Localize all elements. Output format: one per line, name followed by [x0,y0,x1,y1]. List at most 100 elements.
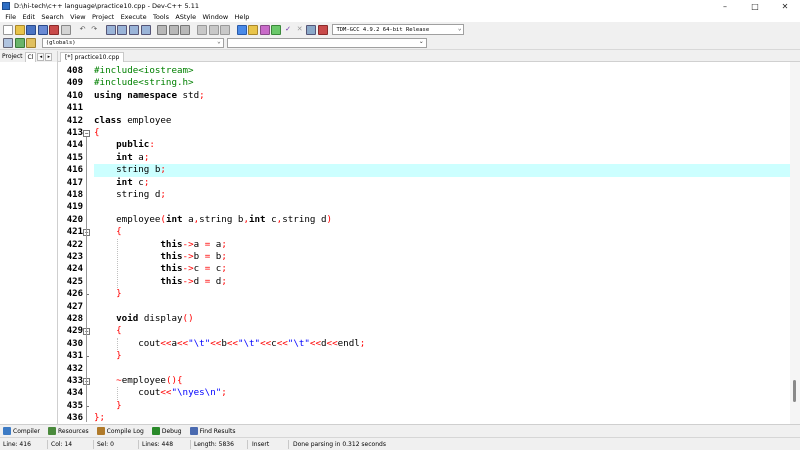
output-tab-debug[interactable]: Debug [151,427,182,435]
code-line[interactable] [94,201,790,213]
tab-classes[interactable]: Cl [24,51,37,62]
code-line[interactable]: string b; [94,164,790,177]
code-line[interactable]: { [94,127,790,139]
save-icon[interactable] [26,24,37,35]
code-line[interactable]: string d; [94,189,790,201]
code-line[interactable] [94,102,790,114]
goto-bookmark-icon[interactable] [26,38,37,48]
code-line[interactable]: }; [94,412,790,424]
code-line[interactable]: } [94,400,790,412]
code-line[interactable]: ~employee(){ [94,375,790,387]
print-icon[interactable] [60,24,71,35]
replace-icon[interactable] [117,24,128,35]
code-line[interactable]: class employee [94,115,790,127]
unindent-icon[interactable] [208,24,219,35]
code-line[interactable]: cout<<"\nyes\n"; [94,387,790,399]
open-file-icon[interactable] [14,24,25,35]
tab-scroll-left-button[interactable]: ◂ [37,52,45,61]
insert-icon[interactable] [3,38,13,48]
rebuild-icon[interactable] [271,24,282,35]
minimize-button[interactable]: – [710,0,740,12]
code-line[interactable]: } [94,288,790,300]
goto-line-icon[interactable] [140,24,151,35]
menu-view[interactable]: View [67,13,89,21]
editor-tab-practice10[interactable]: [*] practice10.cpp [60,52,125,62]
fold-toggle-icon[interactable]: − [83,129,90,137]
code-line[interactable]: int c; [94,177,790,189]
menu-file[interactable]: File [2,13,19,21]
project-tree[interactable] [0,62,57,424]
code-line[interactable] [94,301,790,313]
redo-icon[interactable]: ↷ [89,25,99,35]
code-token: a [193,238,205,250]
output-tab-label: Find Results [199,427,236,435]
menu-tools[interactable]: Tools [150,13,172,21]
code-line[interactable]: this->b = b; [94,251,790,263]
code-line[interactable]: void display() [94,313,790,325]
code-line[interactable]: { [94,226,790,238]
menu-help[interactable]: Help [231,13,252,21]
find-next-icon[interactable] [128,24,139,35]
code-token: ; [221,238,227,250]
code-line[interactable]: this->d = d; [94,276,790,288]
output-tab-compile-log[interactable]: Compile Log [96,427,144,435]
toggle-comment-icon[interactable] [220,24,231,35]
indent-icon[interactable] [196,24,207,35]
code-token: b [210,251,222,262]
code-line[interactable]: #include<string.h> [94,77,790,89]
code-line[interactable]: } [94,350,790,362]
compiler-select[interactable]: TDM-GCC 4.9.2 64-bit Release ⌄ [332,24,465,35]
code-editor[interactable]: 408 409 410 411 412 413−414 415 416 417 418 419 420… [58,62,800,424]
menu-search[interactable]: Search [38,13,67,21]
debug-run-icon[interactable] [317,24,328,35]
output-tab-resources[interactable]: Resources [48,427,89,435]
remove-from-project-icon[interactable] [180,24,191,35]
maximize-button[interactable]: □ [740,0,770,12]
new-file-icon[interactable] [3,24,13,35]
code-line[interactable]: employee(int a,string b,int c,string d) [94,214,790,226]
menu-execute[interactable]: Execute [117,13,149,21]
menu-window[interactable]: Window [199,13,231,21]
menu-edit[interactable]: Edit [19,13,38,21]
globals-select[interactable]: (globals) ⌄ [41,38,224,48]
function-select[interactable]: ⌄ [226,38,427,48]
find-icon[interactable] [105,24,116,35]
menu-project[interactable]: Project [89,13,118,21]
tab-project[interactable]: Project [0,53,25,60]
close-file-icon[interactable] [49,24,60,35]
compile-icon[interactable] [236,24,247,35]
check-syntax-icon[interactable]: ✓ [283,25,293,35]
project-icon[interactable] [157,24,168,35]
code-area[interactable]: #include<iostream> #include<string.h> usin… [94,62,790,424]
code-line[interactable]: this->c = c; [94,263,790,275]
code-line[interactable]: cout<<a<<"\t"<<b<<"\t"<<c<<"\t"<<d<<endl… [94,338,790,350]
code-line[interactable]: this->a = a; [94,239,790,251]
project-panel: Project Cl ◂ ▸ [0,51,58,424]
code-line[interactable]: int a; [94,152,790,164]
undo-icon[interactable]: ↶ [78,25,88,35]
code-text: int a; [94,152,149,164]
stop-icon[interactable]: ✕ [295,25,305,35]
compile-run-icon[interactable] [259,24,270,35]
output-tab-find-results[interactable]: Find Results [189,427,236,435]
profile-icon[interactable] [306,24,317,35]
code-line[interactable] [94,363,790,375]
save-all-icon[interactable] [37,24,48,35]
status-bar: Line: 416 Col: 14 Sel: 0 Lines: 448 Leng… [0,437,800,450]
add-to-project-icon[interactable] [168,24,179,35]
code-line[interactable]: public: [94,139,790,151]
code-token: this [160,251,183,262]
scrollbar-thumb[interactable] [793,380,796,402]
tab-scroll-right-button[interactable]: ▸ [45,52,53,61]
close-button[interactable]: ✕ [770,0,800,12]
run-icon[interactable] [248,24,259,35]
code-token: string b [94,164,161,176]
output-tab-compiler[interactable]: Compiler [3,427,40,435]
code-text: #include<string.h> [94,77,194,89]
code-line[interactable]: #include<iostream> [94,65,790,77]
menu-astyle[interactable]: AStyle [172,13,199,21]
code-line[interactable]: using namespace std; [94,90,790,102]
bookmark-icon[interactable] [14,38,25,48]
vertical-scrollbar[interactable] [790,62,800,424]
code-line[interactable]: { [94,325,790,337]
